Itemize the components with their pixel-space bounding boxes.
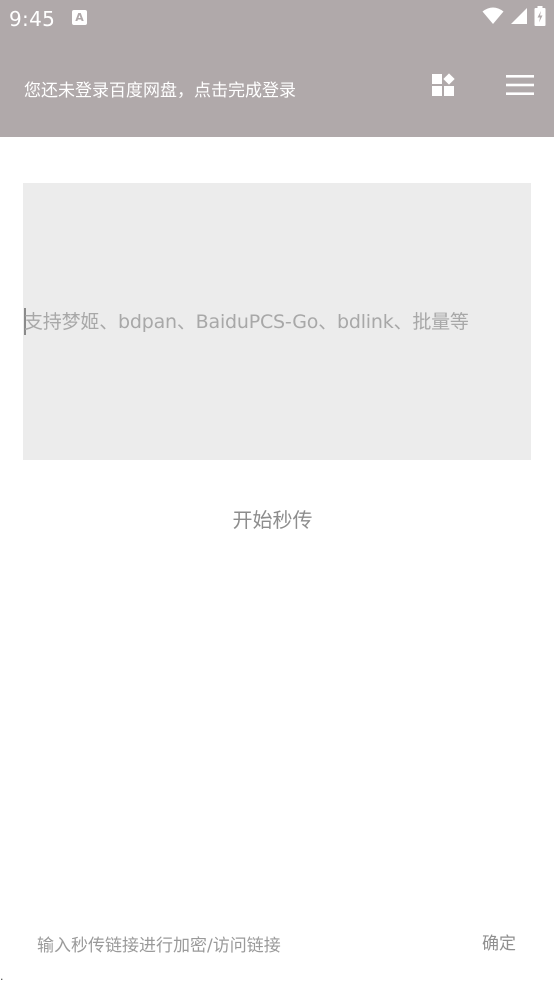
apps-add-icon [431, 73, 457, 101]
start-transfer-button[interactable]: 开始秒传 [200, 500, 345, 540]
app-bar: 您还未登录百度网盘，点击完成登录 [0, 38, 554, 137]
wifi-icon [482, 7, 504, 29]
status-time: 9:45 [9, 7, 56, 31]
apps-add-button[interactable] [428, 71, 460, 103]
confirm-button[interactable]: 确定 [470, 929, 528, 959]
battery-charging-icon [534, 6, 546, 30]
app-screen: 9:45 A 您还未登录百度网盘，点击完成登录 支持梦姬、bdpan、Baidu… [0, 0, 554, 984]
link-input-placeholder: 支持梦姬、bdpan、BaiduPCS-Go、bdlink、批量等 [24, 311, 469, 333]
status-bar: 9:45 A [0, 0, 554, 38]
signal-icon [510, 7, 528, 29]
status-icons [482, 6, 546, 30]
corner-mark: · [0, 973, 4, 984]
menu-button[interactable] [502, 71, 538, 103]
menu-icon [506, 75, 534, 99]
encrypt-link-input[interactable]: 输入秒传链接进行加密/访问链接 [37, 931, 281, 956]
login-prompt-title[interactable]: 您还未登录百度网盘，点击完成登录 [24, 76, 296, 101]
link-input-field[interactable]: 支持梦姬、bdpan、BaiduPCS-Go、bdlink、批量等 [23, 183, 531, 460]
notification-a-icon: A [72, 10, 87, 25]
